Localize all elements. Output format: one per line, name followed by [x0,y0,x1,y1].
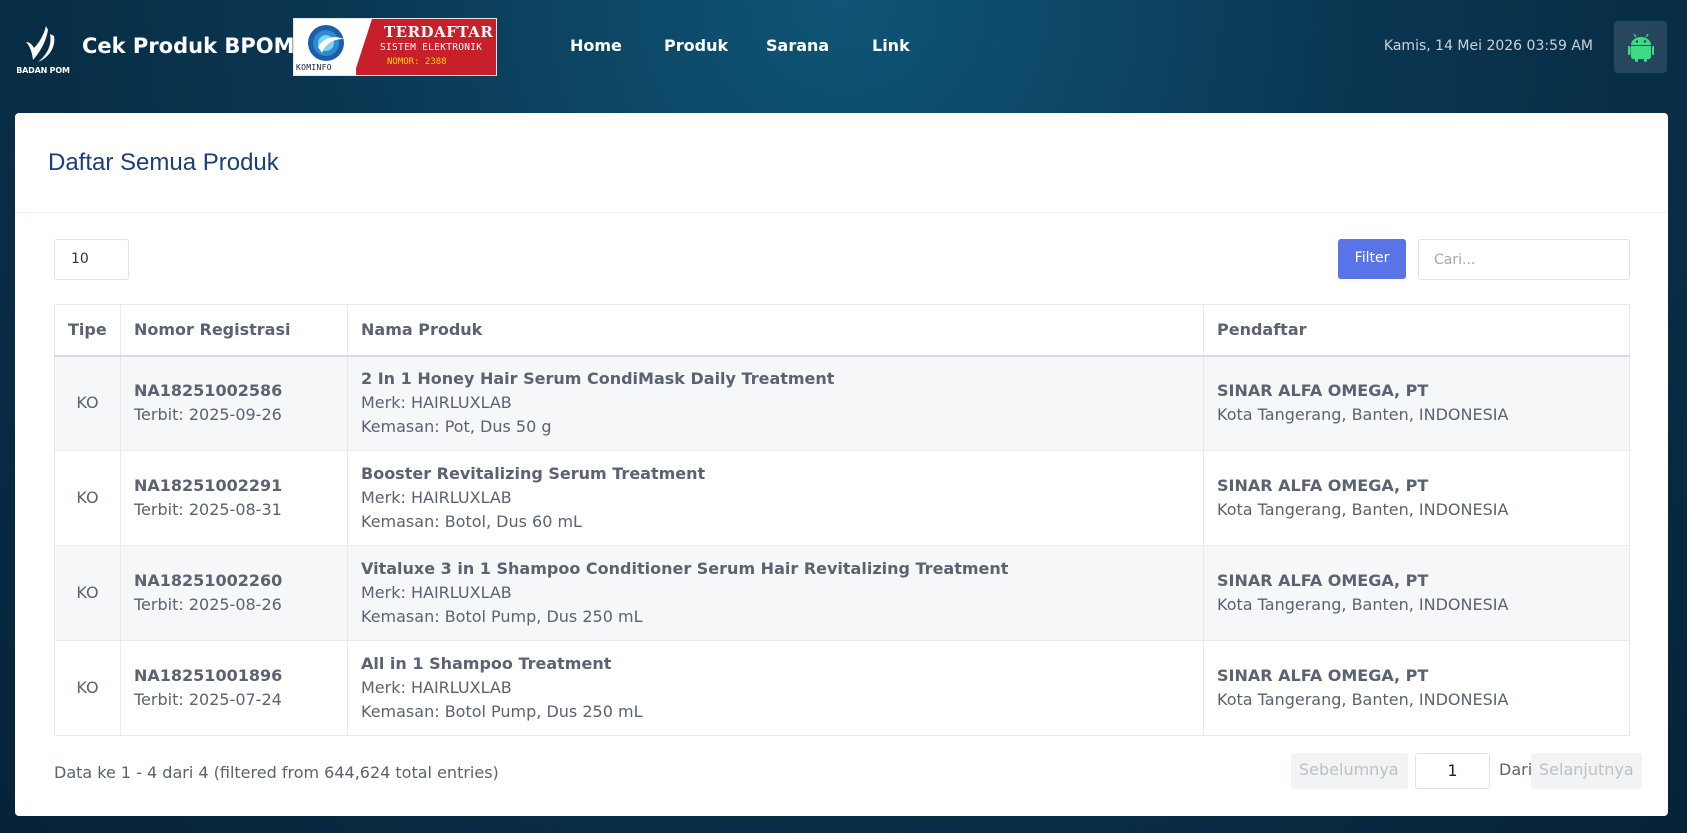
brand-title[interactable]: Cek Produk BPOM [82,34,295,58]
product-name[interactable]: Booster Revitalizing Serum Treatment [361,462,1190,486]
cell-pendaftar: SINAR ALFA OMEGA, PT Kota Tangerang, Ban… [1203,355,1630,451]
current-datetime: Kamis, 14 Mei 2026 03:59 AM [1383,38,1593,54]
registration-number[interactable]: NA18251002260 [134,569,334,593]
table-row[interactable]: KO NA18251002260 Terbit: 2025-08-26 Vita… [54,545,1630,641]
registrant-name[interactable]: SINAR ALFA OMEGA, PT [1217,474,1616,498]
android-app-button[interactable] [1614,21,1667,73]
registrant-location: Kota Tangerang, Banten, INDONESIA [1217,690,1509,709]
filter-button[interactable]: Filter [1338,239,1406,279]
cell-nomor: NA18251002260 Terbit: 2025-08-26 [120,545,348,641]
table-header-row: Tipe Nomor Registrasi Nama Produk Pendaf… [54,304,1630,357]
cell-nomor: NA18251002291 Terbit: 2025-08-31 [120,450,348,546]
cell-nama: All in 1 Shampoo Treatment Merk: HAIRLUX… [347,640,1204,736]
nav-link[interactable]: Link [872,36,910,55]
product-table: Tipe Nomor Registrasi Nama Produk Pendaf… [54,304,1630,736]
kominfo-line2: SISTEM ELEKTRONIK [380,42,483,53]
table-row[interactable]: KO NA18251002586 Terbit: 2025-09-26 2 In… [54,355,1630,451]
issue-date: Terbit: 2025-08-26 [134,595,282,614]
table-row[interactable]: KO NA18251002291 Terbit: 2025-08-31 Boos… [54,450,1630,546]
cell-tipe: KO [54,640,121,736]
cell-tipe: KO [54,450,121,546]
registration-number[interactable]: NA18251002586 [134,379,334,403]
registration-number[interactable]: NA18251001896 [134,664,334,688]
nav-produk[interactable]: Produk [664,36,728,55]
issue-date: Terbit: 2025-08-31 [134,500,282,519]
table-info: Data ke 1 - 4 dari 4 (filtered from 644,… [54,763,499,782]
card-header: Daftar Semua Produk [15,113,1668,213]
cell-nama: 2 In 1 Honey Hair Serum CondiMask Daily … [347,355,1204,451]
logo-label: BADAN POM [16,66,70,75]
column-header-nama[interactable]: Nama Produk [347,304,1204,357]
registrant-name[interactable]: SINAR ALFA OMEGA, PT [1217,379,1616,403]
next-page-button[interactable]: Selanjutnya [1531,753,1642,789]
product-brand: Merk: HAIRLUXLAB [361,583,512,602]
product-name[interactable]: Vitaluxe 3 in 1 Shampoo Conditioner Seru… [361,557,1190,581]
issue-date: Terbit: 2025-07-24 [134,690,282,709]
registration-number[interactable]: NA18251002291 [134,474,334,498]
cell-pendaftar: SINAR ALFA OMEGA, PT Kota Tangerang, Ban… [1203,640,1630,736]
product-packaging: Kemasan: Pot, Dus 50 g [361,417,552,437]
cell-tipe: KO [54,355,121,451]
issue-date: Terbit: 2025-09-26 [134,405,282,425]
kominfo-name: KOMINFO [296,63,332,72]
nav-home[interactable]: Home [570,36,622,55]
kominfo-line1: TERDAFTAR [384,23,494,41]
page-title: Daftar Semua Produk [48,149,279,176]
cell-nama: Vitaluxe 3 in 1 Shampoo Conditioner Seru… [347,545,1204,641]
cell-nomor: NA18251002586 Terbit: 2025-09-26 [120,355,348,451]
product-name[interactable]: All in 1 Shampoo Treatment [361,652,1190,676]
column-header-pendaftar[interactable]: Pendaftar [1203,304,1630,357]
cell-tipe: KO [54,545,121,641]
page-length-select[interactable]: 10 [54,239,129,280]
column-header-nomor[interactable]: Nomor Registrasi [120,304,348,357]
column-header-tipe[interactable]: Tipe [54,304,121,357]
android-icon [1628,34,1654,62]
product-packaging: Kemasan: Botol, Dus 60 mL [361,512,582,531]
product-brand: Merk: HAIRLUXLAB [361,393,512,413]
registrant-location: Kota Tangerang, Banten, INDONESIA [1217,405,1509,425]
cell-pendaftar: SINAR ALFA OMEGA, PT Kota Tangerang, Ban… [1203,450,1630,546]
cell-nomor: NA18251001896 Terbit: 2025-07-24 [120,640,348,736]
prev-page-button[interactable]: Sebelumnya [1291,753,1408,789]
kominfo-badge[interactable]: KOMINFO TERDAFTAR SISTEM ELEKTRONIK NOMO… [293,18,497,76]
product-list-card: Daftar Semua Produk 10 Filter Tipe Nomor… [15,113,1668,816]
registrant-name[interactable]: SINAR ALFA OMEGA, PT [1217,664,1616,688]
page-number-input[interactable]: 1 [1415,753,1490,789]
cell-nama: Booster Revitalizing Serum Treatment Mer… [347,450,1204,546]
top-navbar: BADAN POM Cek Produk BPOM KOMINFO TERDAF… [0,0,1687,100]
product-brand: Merk: HAIRLUXLAB [361,678,512,697]
registrant-location: Kota Tangerang, Banten, INDONESIA [1217,595,1509,614]
registrant-name[interactable]: SINAR ALFA OMEGA, PT [1217,569,1616,593]
cell-pendaftar: SINAR ALFA OMEGA, PT Kota Tangerang, Ban… [1203,545,1630,641]
product-name[interactable]: 2 In 1 Honey Hair Serum CondiMask Daily … [361,367,1190,391]
product-packaging: Kemasan: Botol Pump, Dus 250 mL [361,607,643,626]
bpom-logo-icon [26,26,55,62]
nav-sarana[interactable]: Sarana [766,36,829,55]
product-brand: Merk: HAIRLUXLAB [361,488,512,507]
search-input[interactable] [1418,239,1630,280]
table-row[interactable]: KO NA18251001896 Terbit: 2025-07-24 All … [54,640,1630,736]
product-packaging: Kemasan: Botol Pump, Dus 250 mL [361,702,643,721]
kominfo-logo-icon [308,25,344,61]
bpom-logo[interactable]: BADAN POM [14,24,72,78]
kominfo-line3: NOMOR: 2388 [387,57,447,67]
registrant-location: Kota Tangerang, Banten, INDONESIA [1217,500,1509,519]
